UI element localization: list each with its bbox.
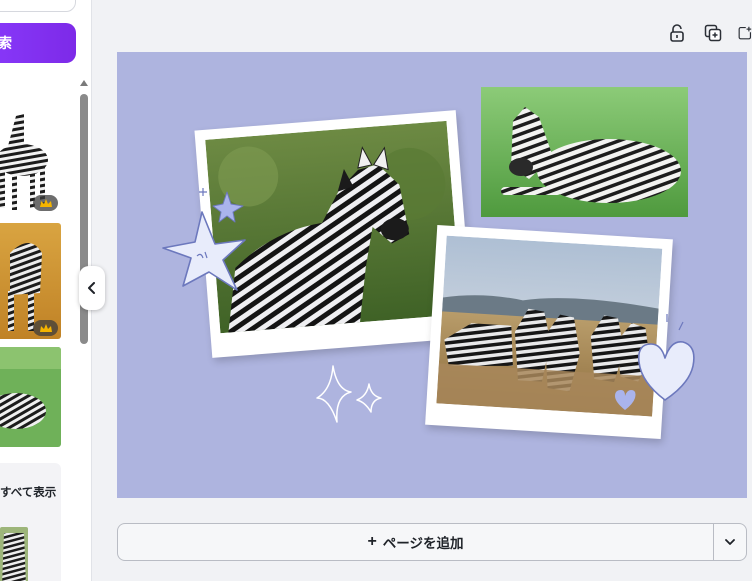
page-toolbar — [666, 22, 752, 44]
show-all-label: すべて表示 — [0, 487, 57, 499]
zebra-lying-photo[interactable] — [481, 87, 688, 217]
duplicate-page-icon — [704, 24, 722, 42]
duplicate-page-button[interactable] — [702, 22, 724, 44]
result-tile-zebra-savanna[interactable] — [0, 223, 61, 339]
sparkle-doodle — [316, 365, 382, 423]
design-canvas[interactable] — [117, 52, 747, 498]
lock-button[interactable] — [666, 22, 688, 44]
chevron-down-icon — [725, 538, 735, 545]
heart-doodle — [615, 314, 695, 410]
premium-crown-badge — [33, 195, 58, 211]
star-doodle — [162, 188, 246, 291]
chevron-left-icon — [88, 282, 95, 294]
collapse-panel-button[interactable] — [79, 266, 105, 310]
search-button-label: 検索 — [0, 33, 12, 53]
add-page-icon — [738, 26, 752, 40]
add-page-options-button[interactable] — [713, 523, 747, 561]
lock-icon — [670, 24, 684, 42]
add-page-label: ページを追加 — [382, 536, 464, 551]
crown-icon — [39, 323, 52, 332]
search-button[interactable]: 検索 — [0, 23, 76, 63]
result-tile-zebra-lying[interactable] — [0, 347, 61, 447]
premium-crown-badge — [33, 320, 58, 336]
crown-icon — [39, 198, 52, 207]
show-all-thumbnail — [0, 527, 28, 581]
result-tile-zebra-standing[interactable] — [0, 108, 61, 214]
add-page-button-main[interactable]: + ページを追加 — [117, 523, 713, 561]
zebra-lying-image — [481, 87, 688, 217]
zebra-lying-image — [0, 347, 61, 447]
add-page-button[interactable] — [738, 22, 752, 44]
plus-icon: + — [367, 533, 377, 550]
show-all-card[interactable]: すべて表示 — [0, 463, 61, 581]
search-input[interactable] — [0, 0, 76, 12]
scroll-up-arrow-icon[interactable] — [80, 80, 88, 86]
zebra-thumbnail-image — [0, 527, 28, 581]
